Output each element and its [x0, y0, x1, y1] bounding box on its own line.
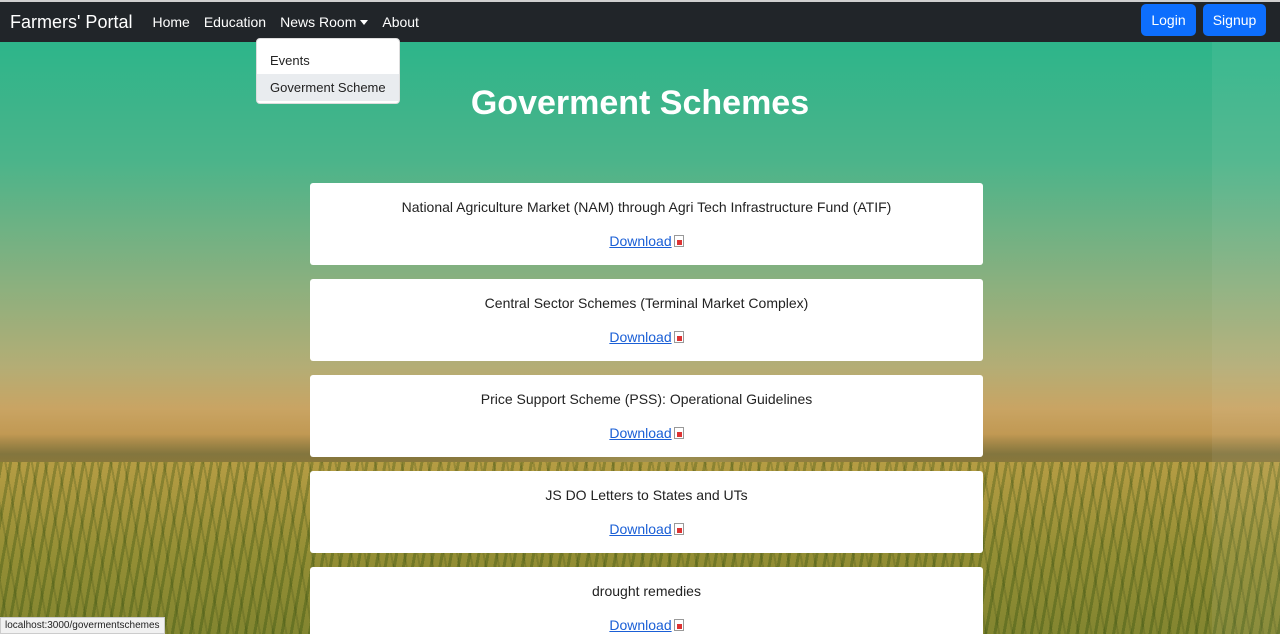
pdf-icon	[673, 427, 684, 439]
download-link[interactable]: Download	[609, 233, 671, 249]
scheme-card: National Agriculture Market (NAM) throug…	[310, 183, 983, 265]
pdf-icon	[673, 619, 684, 631]
scheme-card: JS DO Letters to States and UTs Download	[310, 471, 983, 553]
dropdown-item-events[interactable]: Events	[257, 47, 399, 74]
scheme-card: Central Sector Schemes (Terminal Market …	[310, 279, 983, 361]
nav-education[interactable]: Education	[204, 14, 266, 30]
nav-home[interactable]: Home	[152, 14, 189, 30]
scheme-card: drought remedies Download	[310, 567, 983, 634]
brand-logo[interactable]: Farmers' Portal	[10, 12, 132, 33]
download-link[interactable]: Download	[609, 617, 671, 633]
signup-button[interactable]: Signup	[1203, 4, 1266, 36]
pdf-icon	[673, 331, 684, 343]
top-navbar: Farmers' Portal Home Education News Room…	[0, 2, 1280, 42]
login-button[interactable]: Login	[1141, 4, 1196, 36]
scheme-title: Price Support Scheme (PSS): Operational …	[480, 391, 813, 407]
news-room-dropdown: Events Goverment Scheme	[256, 38, 400, 104]
nav-news-room[interactable]: News Room	[280, 14, 369, 30]
download-link[interactable]: Download	[609, 329, 671, 345]
page-title: Goverment Schemes	[470, 84, 810, 122]
nav-about[interactable]: About	[382, 14, 419, 30]
pdf-icon	[673, 523, 684, 535]
download-link[interactable]: Download	[609, 521, 671, 537]
browser-status-bar: localhost:3000/govermentschemes	[0, 617, 165, 634]
background-edge	[1212, 42, 1280, 634]
scheme-card: Price Support Scheme (PSS): Operational …	[310, 375, 983, 457]
scheme-title: National Agriculture Market (NAM) throug…	[401, 199, 892, 215]
scheme-title: JS DO Letters to States and UTs	[545, 487, 748, 503]
download-link[interactable]: Download	[609, 425, 671, 441]
dropdown-item-goverment-scheme[interactable]: Goverment Scheme	[257, 74, 399, 101]
caret-down-icon	[360, 20, 369, 25]
nav-news-room-label: News Room	[280, 14, 357, 30]
scheme-title: Central Sector Schemes (Terminal Market …	[484, 295, 809, 311]
pdf-icon	[673, 235, 684, 247]
scheme-title: drought remedies	[592, 583, 701, 599]
